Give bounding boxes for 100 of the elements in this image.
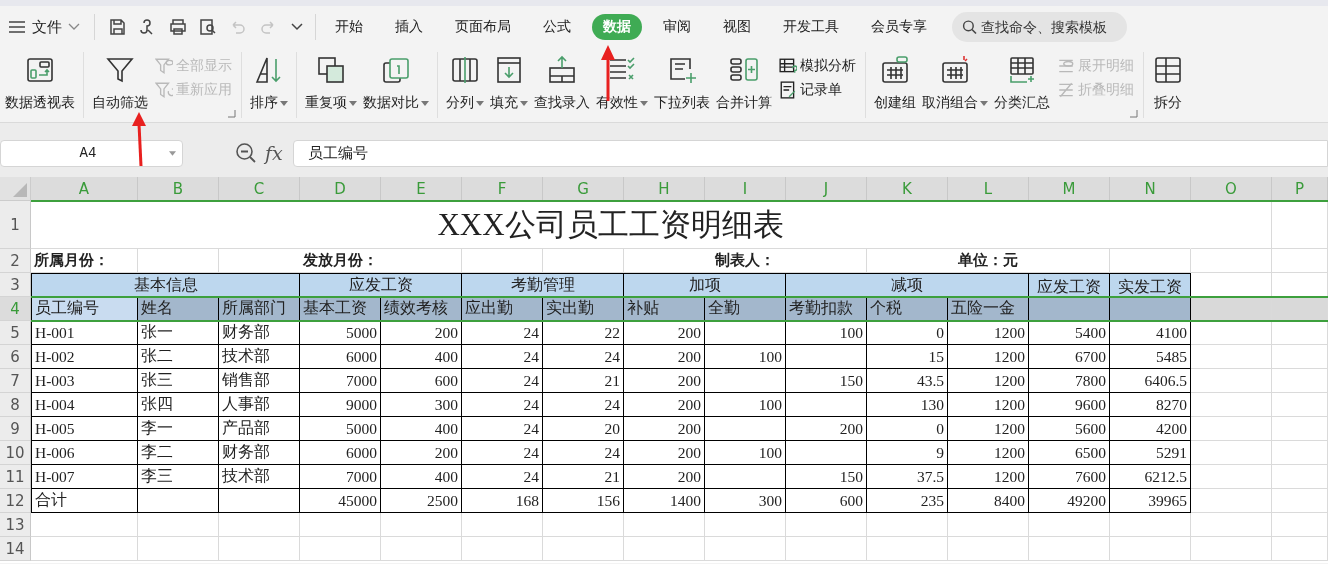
empty-cell — [1272, 369, 1328, 393]
row-header[interactable]: 7 — [0, 369, 31, 393]
table-cell: 24 — [543, 393, 624, 417]
ribbon-button[interactable]: 模拟分析 — [775, 57, 860, 75]
row-header[interactable]: 3 — [0, 273, 31, 297]
table-cell: H-003 — [31, 369, 138, 393]
row-header[interactable]: 14 — [0, 537, 31, 561]
table-cell: 400 — [381, 417, 462, 441]
table-cell: 1200 — [948, 393, 1029, 417]
grid-icon — [939, 54, 971, 86]
table-cell: 6700 — [1029, 345, 1110, 369]
table-cell: 600 — [381, 369, 462, 393]
table-cell: 张三 — [138, 369, 219, 393]
ribbon-tab[interactable]: 开始 — [324, 14, 374, 40]
table-cell: 1200 — [948, 417, 1029, 441]
table-cell: 24 — [543, 441, 624, 465]
table-cell: 5000 — [300, 321, 381, 345]
ribbon-button[interactable]: 有效性 — [593, 54, 651, 112]
row-header[interactable]: 2 — [0, 249, 31, 273]
row-header[interactable]: 6 — [0, 345, 31, 369]
table-cell: 基本信息 — [31, 273, 300, 297]
zoom-icon[interactable] — [235, 142, 257, 164]
search-field[interactable]: 查找命令、搜索模板 — [952, 12, 1127, 42]
function-label[interactable]: fx — [265, 142, 283, 164]
table-cell: H-005 — [31, 417, 138, 441]
table-cell: 20 — [543, 417, 624, 441]
ribbon-button[interactable]: 创建组 — [871, 54, 919, 112]
funnel-icon — [155, 81, 173, 99]
ribbon-tab[interactable]: 会员专享 — [860, 14, 938, 40]
table-cell: 200 — [624, 417, 705, 441]
table-cell: 6000 — [300, 441, 381, 465]
table-cell: 1200 — [948, 369, 1029, 393]
table-cell: 绩效考核 — [381, 297, 462, 321]
row-header[interactable]: 12 — [0, 489, 31, 513]
ribbon-tab[interactable]: 公式 — [532, 14, 582, 40]
row-header[interactable]: 5 — [0, 321, 31, 345]
list-icon — [1057, 57, 1075, 75]
ribbon-button[interactable]: 分列 — [443, 54, 487, 112]
ribbon-tab[interactable]: 插入 — [384, 14, 434, 40]
ribbon-button[interactable]: 数据透视表 — [2, 54, 78, 112]
table-cell: 300 — [705, 489, 786, 513]
table-cell: 8400 — [948, 489, 1029, 513]
table-cell: H-004 — [31, 393, 138, 417]
ribbon-tab[interactable]: 审阅 — [652, 14, 702, 40]
table-cell: 姓名 — [138, 297, 219, 321]
row-header[interactable]: 10 — [0, 441, 31, 465]
row-header[interactable]: 13 — [0, 513, 31, 537]
file-menu-button[interactable]: 文件 — [6, 17, 86, 37]
name-box[interactable]: A4 — [0, 139, 183, 167]
table-cell: 168 — [462, 489, 543, 513]
table-cell: 300 — [381, 393, 462, 417]
ribbon-button[interactable]: 分类汇总 — [991, 54, 1053, 112]
table-cell: 6212.5 — [1110, 465, 1191, 489]
table-cell: 实出勤 — [543, 297, 624, 321]
row-header[interactable]: 1 — [0, 201, 31, 249]
ribbon-tab[interactable]: 页面布局 — [444, 14, 522, 40]
table-cell: 李一 — [138, 417, 219, 441]
table-cell: 0 — [867, 321, 948, 345]
table-cell: 销售部 — [219, 369, 300, 393]
formula-field[interactable]: 员工编号 — [292, 139, 1328, 167]
table-cell: 49200 — [1029, 489, 1110, 513]
table-icon — [779, 57, 797, 75]
table-cell: 200 — [624, 369, 705, 393]
row-header[interactable]: 8 — [0, 393, 31, 417]
ribbon-button[interactable]: 排序 — [247, 54, 291, 112]
table-cell: 7800 — [1029, 369, 1110, 393]
table-cell: 产品部 — [219, 417, 300, 441]
table-cell: 200 — [624, 345, 705, 369]
ribbon-button[interactable]: 取消组合 — [919, 54, 991, 112]
funnel-icon — [155, 57, 173, 75]
ribbon-button[interactable]: 拆分 — [1149, 54, 1187, 112]
ribbon-button[interactable]: 下拉列表 — [651, 54, 713, 112]
table-cell: 100 — [786, 321, 867, 345]
table-cell: H-007 — [31, 465, 138, 489]
table-cell: 五险一金 — [948, 297, 1029, 321]
ribbon-tab[interactable]: 视图 — [712, 14, 762, 40]
ribbon-button[interactable]: 填充 — [487, 54, 531, 112]
table-cell: 600 — [786, 489, 867, 513]
ribbon-tab[interactable]: 开发工具 — [772, 14, 850, 40]
ribbon-button[interactable]: 自动筛选 — [89, 54, 151, 112]
row-header[interactable]: 11 — [0, 465, 31, 489]
ribbon-button[interactable]: 合并计算 — [713, 54, 775, 112]
empty-cell — [1272, 417, 1328, 441]
save-icon — [108, 17, 128, 37]
table-cell: 24 — [462, 441, 543, 465]
caret-icon[interactable] — [291, 23, 303, 31]
table-cell: 24 — [543, 345, 624, 369]
ribbon-button[interactable]: 记录单 — [775, 81, 860, 99]
table-cell: 1200 — [948, 441, 1029, 465]
table-cell: 张一 — [138, 321, 219, 345]
table-cell: 张四 — [138, 393, 219, 417]
chevron-icon — [68, 23, 80, 31]
ribbon-button[interactable]: 查找录入 — [531, 54, 593, 112]
ribbon-button[interactable]: 数据对比 — [360, 54, 432, 112]
table-cell: 应发工资 — [300, 273, 462, 297]
table-cell: 应出勤 — [462, 297, 543, 321]
table-cell: 6406.5 — [1110, 369, 1191, 393]
ribbon-button[interactable]: 重复项 — [302, 54, 360, 112]
row-header[interactable]: 9 — [0, 417, 31, 441]
empty-cell — [1272, 393, 1328, 417]
